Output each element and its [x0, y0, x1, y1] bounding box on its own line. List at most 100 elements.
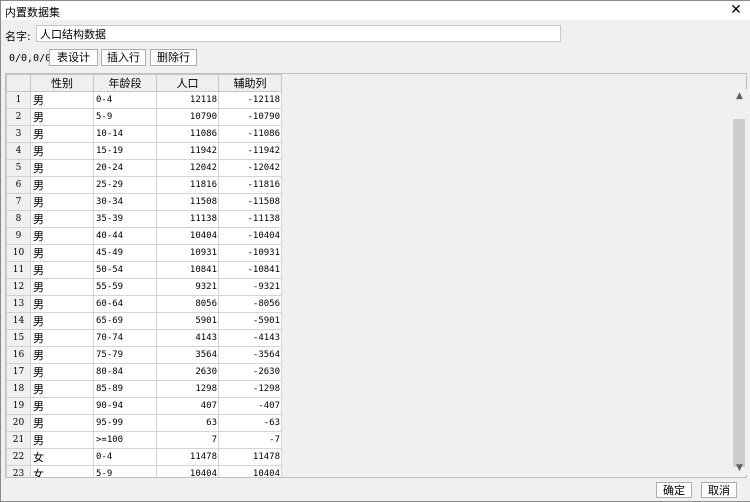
table-row[interactable]: 22 女 0-4 11478 11478 — [6, 448, 282, 466]
cell-sex[interactable]: 男 — [30, 414, 94, 432]
table-row[interactable]: 4 男 15-19 11942 -11942 — [6, 142, 282, 160]
column-header[interactable]: 年龄段 — [93, 74, 157, 92]
cell-population[interactable]: 9321 — [156, 278, 219, 296]
cell-population[interactable]: 10404 — [156, 227, 219, 245]
table-row[interactable]: 5 男 20-24 12042 -12042 — [6, 159, 282, 177]
cell-age-group[interactable]: 0-4 — [93, 448, 157, 466]
table-row[interactable]: 8 男 35-39 11138 -11138 — [6, 210, 282, 228]
cell-population[interactable]: 2630 — [156, 363, 219, 381]
cell-helper[interactable]: -9321 — [218, 278, 282, 296]
cell-sex[interactable]: 男 — [30, 91, 94, 109]
cell-helper[interactable]: -10841 — [218, 261, 282, 279]
cell-age-group[interactable]: 5-9 — [93, 465, 157, 477]
table-row[interactable]: 20 男 95-99 63 -63 — [6, 414, 282, 432]
cell-population[interactable]: 1298 — [156, 380, 219, 398]
close-icon[interactable]: ✕ — [728, 2, 744, 18]
cell-age-group[interactable]: 75-79 — [93, 346, 157, 364]
cell-age-group[interactable]: 55-59 — [93, 278, 157, 296]
cell-population[interactable]: 11086 — [156, 125, 219, 143]
cell-population[interactable]: 11816 — [156, 176, 219, 194]
cell-age-group[interactable]: 5-9 — [93, 108, 157, 126]
name-input[interactable] — [36, 25, 561, 42]
column-header[interactable]: 性别 — [30, 74, 94, 92]
table-row[interactable]: 18 男 85-89 1298 -1298 — [6, 380, 282, 398]
scroll-up-icon[interactable]: ▲ — [731, 89, 748, 103]
cell-population[interactable]: 3564 — [156, 346, 219, 364]
cell-age-group[interactable]: 95-99 — [93, 414, 157, 432]
data-grid[interactable]: 性别 年龄段 人口 辅助列 1 男 0-4 12118 -12118 2 男 5-9 10790… — [5, 73, 747, 478]
cell-population[interactable]: 11478 — [156, 448, 219, 466]
table-row[interactable]: 9 男 40-44 10404 -10404 — [6, 227, 282, 245]
cell-age-group[interactable]: 45-49 — [93, 244, 157, 262]
cell-population[interactable]: 5901 — [156, 312, 219, 330]
cell-population[interactable]: 10841 — [156, 261, 219, 279]
cell-sex[interactable]: 男 — [30, 380, 94, 398]
ok-button[interactable]: 确定 — [656, 482, 692, 498]
table-row[interactable]: 6 男 25-29 11816 -11816 — [6, 176, 282, 194]
cell-population[interactable]: 11138 — [156, 210, 219, 228]
cell-sex[interactable]: 男 — [30, 176, 94, 194]
table-row[interactable]: 14 男 65-69 5901 -5901 — [6, 312, 282, 330]
table-row[interactable]: 17 男 80-84 2630 -2630 — [6, 363, 282, 381]
table-row[interactable]: 23 女 5-9 10404 10404 — [6, 465, 282, 477]
cell-population[interactable]: 11508 — [156, 193, 219, 211]
scrollbar-thumb[interactable] — [733, 119, 745, 467]
cell-population[interactable]: 12042 — [156, 159, 219, 177]
cell-population[interactable]: 11942 — [156, 142, 219, 160]
cell-population[interactable]: 10404 — [156, 465, 219, 477]
column-header[interactable]: 人口 — [156, 74, 219, 92]
cell-helper[interactable]: -11942 — [218, 142, 282, 160]
cell-population[interactable]: 7 — [156, 431, 219, 449]
table-row[interactable]: 13 男 60-64 8056 -8056 — [6, 295, 282, 313]
cell-age-group[interactable]: 65-69 — [93, 312, 157, 330]
table-row[interactable]: 12 男 55-59 9321 -9321 — [6, 278, 282, 296]
table-row[interactable]: 7 男 30-34 11508 -11508 — [6, 193, 282, 211]
cell-sex[interactable]: 男 — [30, 346, 94, 364]
cell-age-group[interactable]: 80-84 — [93, 363, 157, 381]
cell-helper[interactable]: -63 — [218, 414, 282, 432]
cell-sex[interactable]: 女 — [30, 465, 94, 477]
cell-helper[interactable]: -12118 — [218, 91, 282, 109]
cell-sex[interactable]: 男 — [30, 125, 94, 143]
cell-age-group[interactable]: 0-4 — [93, 91, 157, 109]
cell-sex[interactable]: 男 — [30, 363, 94, 381]
table-row[interactable]: 3 男 10-14 11086 -11086 — [6, 125, 282, 143]
table-row[interactable]: 10 男 45-49 10931 -10931 — [6, 244, 282, 262]
delete-row-button[interactable]: 删除行 — [150, 49, 197, 66]
cell-helper[interactable]: -7 — [218, 431, 282, 449]
cell-sex[interactable]: 男 — [30, 295, 94, 313]
cell-age-group[interactable]: 40-44 — [93, 227, 157, 245]
vertical-scrollbar[interactable]: ▲ ▼ — [731, 89, 748, 475]
cell-age-group[interactable]: 90-94 — [93, 397, 157, 415]
table-row[interactable]: 16 男 75-79 3564 -3564 — [6, 346, 282, 364]
cell-sex[interactable]: 男 — [30, 329, 94, 347]
scroll-down-icon[interactable]: ▼ — [731, 461, 748, 475]
cell-helper[interactable]: -10790 — [218, 108, 282, 126]
cell-age-group[interactable]: 70-74 — [93, 329, 157, 347]
cell-helper[interactable]: -11138 — [218, 210, 282, 228]
cell-helper[interactable]: -10931 — [218, 244, 282, 262]
table-row[interactable]: 1 男 0-4 12118 -12118 — [6, 91, 282, 109]
cell-sex[interactable]: 女 — [30, 448, 94, 466]
cell-population[interactable]: 407 — [156, 397, 219, 415]
cell-sex[interactable]: 男 — [30, 397, 94, 415]
cell-sex[interactable]: 男 — [30, 244, 94, 262]
cell-helper[interactable]: -407 — [218, 397, 282, 415]
cell-sex[interactable]: 男 — [30, 108, 94, 126]
cell-age-group[interactable]: 10-14 — [93, 125, 157, 143]
cell-helper[interactable]: 10404 — [218, 465, 282, 477]
cell-sex[interactable]: 男 — [30, 431, 94, 449]
table-row[interactable]: 21 男 >=100 7 -7 — [6, 431, 282, 449]
cell-population[interactable]: 8056 — [156, 295, 219, 313]
cell-population[interactable]: 63 — [156, 414, 219, 432]
insert-row-button[interactable]: 插入行 — [101, 49, 146, 66]
cell-population[interactable]: 10931 — [156, 244, 219, 262]
cell-sex[interactable]: 男 — [30, 210, 94, 228]
cell-age-group[interactable]: 85-89 — [93, 380, 157, 398]
cell-age-group[interactable]: 25-29 — [93, 176, 157, 194]
cell-age-group[interactable]: 50-54 — [93, 261, 157, 279]
cell-age-group[interactable]: 15-19 — [93, 142, 157, 160]
cell-helper[interactable]: -5901 — [218, 312, 282, 330]
cell-population[interactable]: 10790 — [156, 108, 219, 126]
cell-age-group[interactable]: 30-34 — [93, 193, 157, 211]
